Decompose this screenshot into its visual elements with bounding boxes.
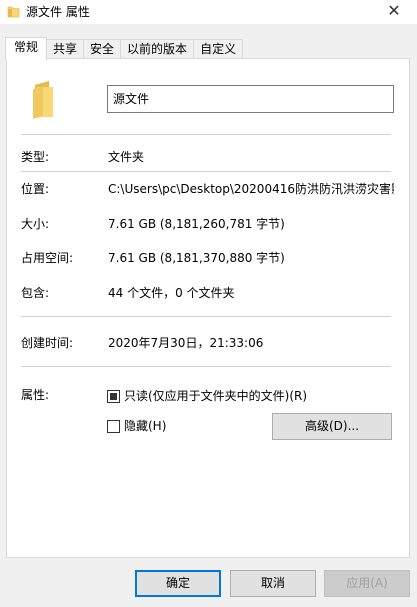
close-button[interactable]: ✕ [379, 1, 409, 23]
folder-icon [33, 81, 53, 119]
hidden-label: 隐藏(H) [124, 419, 167, 433]
divider [21, 171, 391, 172]
tab-security[interactable]: 安全 [83, 39, 122, 59]
window-title: 源文件 属性 [26, 5, 90, 19]
type-label: 类型: [21, 150, 50, 164]
title-bar: 源文件 属性 ✕ [0, 0, 417, 24]
readonly-checkbox-row[interactable]: 只读(仅应用于文件夹中的文件)(R) [107, 388, 307, 404]
type-value: 文件夹 [108, 150, 145, 164]
tab-strip: 常规 共享 安全 以前的版本 自定义 [5, 37, 244, 60]
divider [21, 366, 391, 367]
apply-button[interactable]: 应用(A) [324, 570, 410, 597]
divider [21, 316, 391, 317]
contains-label: 包含: [21, 286, 50, 300]
folder-icon [7, 6, 20, 18]
hidden-checkbox-row[interactable]: 隐藏(H) [107, 418, 166, 434]
general-panel: 源文件 类型: 文件夹 位置: C:\Users\pc\Desktop\2020… [6, 58, 410, 558]
tab-general[interactable]: 常规 [5, 37, 48, 60]
readonly-label: 只读(仅应用于文件夹中的文件)(R) [124, 389, 308, 403]
created-value: 2020年7月30日，21:33:06 [108, 336, 264, 350]
size-value: 7.61 GB (8,181,260,781 字节) [108, 217, 285, 231]
contains-value: 44 个文件，0 个文件夹 [108, 286, 235, 300]
attributes-label: 属性: [21, 388, 50, 402]
folder-name-field[interactable]: 源文件 [107, 85, 394, 113]
disk-size-value: 7.61 GB (8,181,370,880 字节) [108, 251, 285, 265]
readonly-checkbox[interactable] [107, 389, 120, 403]
disk-size-label: 占用空间: [21, 251, 74, 265]
cancel-button[interactable]: 取消 [230, 570, 316, 597]
location-label: 位置: [21, 182, 50, 196]
ok-button[interactable]: 确定 [135, 570, 221, 597]
tab-previous-versions[interactable]: 以前的版本 [120, 39, 195, 59]
divider [21, 134, 391, 135]
tab-sharing[interactable]: 共享 [46, 39, 85, 59]
size-label: 大小: [21, 217, 50, 231]
hidden-checkbox[interactable] [107, 419, 120, 433]
location-value: C:\Users\pc\Desktop\20200416防洪防汛洪涝灾害影 [108, 182, 394, 196]
created-label: 创建时间: [21, 336, 74, 350]
close-icon: ✕ [387, 1, 401, 20]
advanced-button[interactable]: 高级(D)... [272, 413, 392, 440]
tab-customize[interactable]: 自定义 [193, 39, 244, 59]
